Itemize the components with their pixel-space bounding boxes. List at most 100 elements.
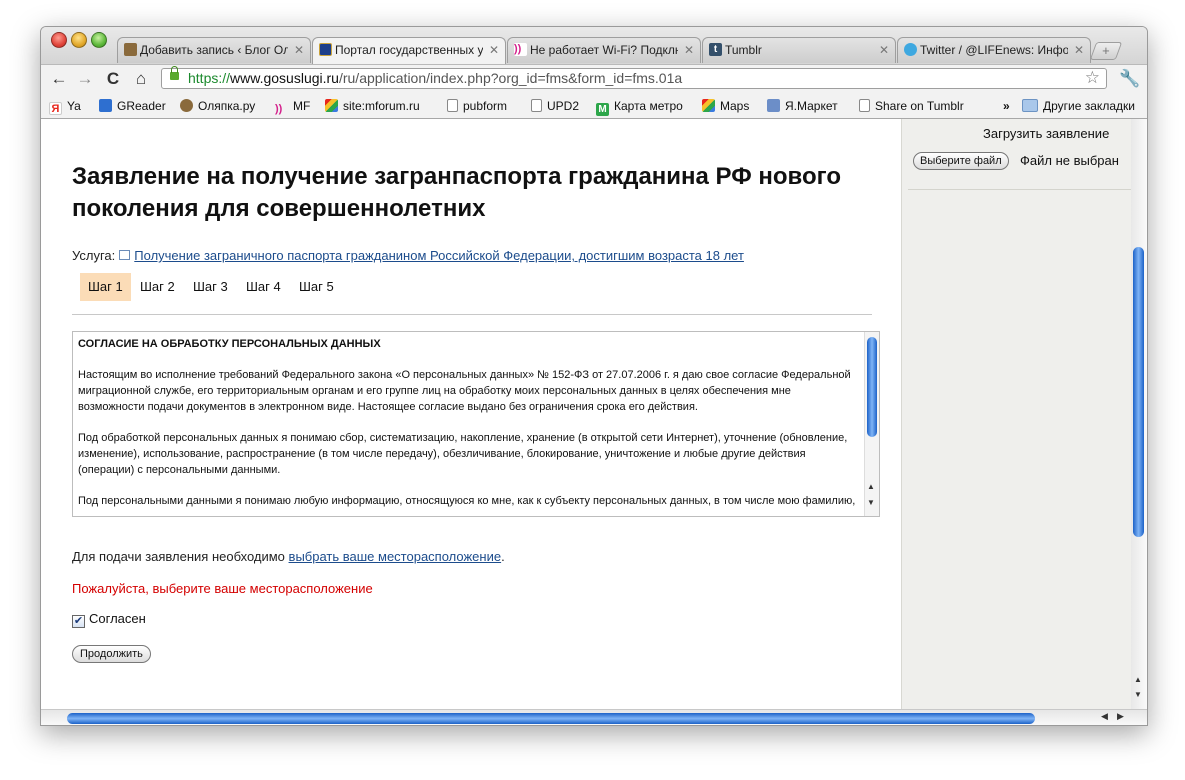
- tab-wifi[interactable]: )) Не работает Wi-Fi? Подклю ✕: [507, 37, 701, 63]
- browser-window: Добавить запись ‹ Блог Оля ✕ Портал госу…: [40, 26, 1148, 726]
- address-bar[interactable]: https://www.gosuslugi.ru/ru/application/…: [161, 66, 1107, 89]
- agreement-paragraph: Настоящим во исполнение требований Федер…: [78, 369, 851, 413]
- page-title: Заявление на получение загранпаспорта гр…: [72, 163, 841, 222]
- bookmark-maps[interactable]: Maps: [702, 99, 749, 113]
- bookmark-metro[interactable]: М Карта метро: [596, 99, 683, 116]
- notice-text: Для подачи заявления необходимо: [72, 549, 285, 564]
- user-icon: [180, 99, 193, 112]
- tab-title: Tumblr: [725, 43, 762, 57]
- metro-icon: М: [596, 103, 609, 116]
- bookmark-upd2[interactable]: UPD2: [531, 99, 579, 113]
- scroll-right-arrow-icon[interactable]: ▶: [1117, 711, 1124, 722]
- file-status: Файл не выбран: [1020, 153, 1119, 168]
- scroll-down-arrow-icon[interactable]: ▼: [1134, 690, 1142, 699]
- bookmark-label: GReader: [117, 99, 166, 113]
- agree-checkbox[interactable]: ✔: [72, 615, 85, 628]
- other-bookmarks-folder[interactable]: Другие закладки: [1022, 99, 1135, 113]
- agreement-scrollbar[interactable]: ▲ ▼: [864, 332, 879, 516]
- close-window-button[interactable]: [51, 32, 67, 48]
- mf-icon: )): [514, 43, 527, 56]
- choose-file-button[interactable]: Выберите файл: [913, 152, 1009, 170]
- bookmark-olyapka[interactable]: Оляпка.ру: [180, 99, 255, 113]
- service-line: Услуга: Получение заграничного паспорта г…: [72, 248, 744, 263]
- bookmark-pubform[interactable]: pubform: [447, 99, 507, 113]
- minimize-window-button[interactable]: [71, 32, 87, 48]
- agreement-textbox[interactable]: СОГЛАСИЕ НА ОБРАБОТКУ ПЕРСОНАЛЬНЫХ ДАННЫ…: [72, 331, 880, 517]
- page-vertical-scrollbar[interactable]: ▲ ▼: [1131, 119, 1147, 709]
- yandex-icon: Я: [49, 102, 62, 115]
- wordpress-icon: [124, 43, 137, 56]
- mf-icon: )): [275, 103, 283, 115]
- steps-divider: [72, 314, 872, 315]
- back-button[interactable]: ←: [49, 69, 69, 89]
- main-column: Заявление на получение загранпаспорта гр…: [41, 119, 901, 709]
- tab-tumblr[interactable]: t Tumblr ✕: [702, 37, 896, 63]
- upload-title: Загрузить заявление: [983, 126, 1110, 141]
- page-icon: [531, 99, 542, 112]
- page-horizontal-scrollbar[interactable]: ◀ ▶: [41, 709, 1147, 725]
- bookmark-label: Maps: [720, 99, 750, 113]
- bookmark-label: site:mforum.ru: [343, 99, 420, 113]
- tab-step-5[interactable]: Шаг 5: [291, 273, 342, 301]
- service-link[interactable]: Получение заграничного паспорта граждани…: [134, 248, 744, 263]
- scroll-left-arrow-icon[interactable]: ◀: [1101, 711, 1108, 722]
- scroll-up-arrow-icon[interactable]: ▲: [867, 482, 875, 491]
- agree-label: Согласен: [89, 611, 146, 626]
- close-tab-icon[interactable]: ✕: [879, 38, 889, 62]
- tab-step-3[interactable]: Шаг 3: [185, 273, 236, 301]
- tab-step-1[interactable]: Шаг 1: [80, 273, 131, 301]
- reload-button[interactable]: C: [103, 69, 123, 89]
- tab-title: Добавить запись ‹ Блог Оля: [140, 43, 288, 57]
- zoom-window-button[interactable]: [91, 32, 107, 48]
- agree-checkbox-row[interactable]: ✔ Согласен: [72, 611, 146, 628]
- lock-icon: [170, 66, 179, 80]
- bookmark-label: Я.Маркет: [785, 99, 838, 113]
- continue-button[interactable]: Продолжить: [72, 645, 151, 663]
- tab-gosuslugi[interactable]: Портал государственных у ✕: [312, 37, 506, 64]
- google-icon: [702, 99, 715, 112]
- tab-twitter[interactable]: Twitter / @LIFEnews: Инфор ✕: [897, 37, 1091, 63]
- wrench-menu-icon[interactable]: 🔧: [1119, 69, 1140, 89]
- url-scheme: https://: [188, 70, 231, 86]
- bookmark-mforum[interactable]: site:mforum.ru: [325, 99, 420, 113]
- google-icon: [325, 99, 338, 112]
- tab-blog[interactable]: Добавить запись ‹ Блог Оля ✕: [117, 37, 311, 63]
- emblem-icon: [319, 43, 332, 56]
- folder-icon: [1022, 99, 1038, 112]
- bookmark-label: Оляпка.ру: [198, 99, 256, 113]
- close-tab-icon[interactable]: ✕: [489, 38, 499, 62]
- horizontal-scroll-thumb[interactable]: [67, 713, 1035, 724]
- scroll-up-arrow-icon[interactable]: ▲: [1134, 675, 1142, 684]
- bookmark-label: Share on Tumblr: [875, 99, 964, 113]
- tumblr-icon: t: [709, 43, 722, 56]
- bookmark-label: MF: [293, 99, 311, 113]
- agreement-scroll-thumb[interactable]: [867, 337, 877, 437]
- scroll-down-arrow-icon[interactable]: ▼: [867, 498, 875, 507]
- close-tab-icon[interactable]: ✕: [1074, 38, 1084, 62]
- greader-icon: [99, 99, 112, 112]
- bookmark-mf[interactable]: )) MF: [275, 99, 310, 116]
- tab-step-2[interactable]: Шаг 2: [132, 273, 183, 301]
- forward-button[interactable]: →: [75, 69, 95, 89]
- bookmark-greader[interactable]: GReader: [99, 99, 166, 113]
- page-scroll-thumb[interactable]: [1133, 247, 1144, 537]
- close-tab-icon[interactable]: ✕: [684, 38, 694, 62]
- new-tab-button[interactable]: +: [1089, 42, 1123, 60]
- agreement-paragraph: Под персональными данными я понимаю любу…: [78, 495, 856, 507]
- agreement-text: СОГЛАСИЕ НА ОБРАБОТКУ ПЕРСОНАЛЬНЫХ ДАННЫ…: [78, 336, 858, 516]
- agreement-heading: СОГЛАСИЕ НА ОБРАБОТКУ ПЕРСОНАЛЬНЫХ ДАННЫ…: [78, 338, 381, 350]
- tab-title: Портал государственных у: [335, 43, 483, 57]
- bookmark-market[interactable]: Я.Маркет: [767, 99, 838, 113]
- bookmark-label: UPD2: [547, 99, 580, 113]
- bookmark-ya[interactable]: Я Ya: [49, 99, 81, 115]
- tab-step-4[interactable]: Шаг 4: [238, 273, 289, 301]
- home-button[interactable]: ⌂: [131, 69, 151, 89]
- url-host: www.gosuslugi.ru: [230, 70, 339, 86]
- bookmarks-overflow-chevron-icon[interactable]: »: [1003, 99, 1010, 113]
- choose-location-link[interactable]: выбрать ваше месторасположение: [289, 549, 502, 564]
- close-tab-icon[interactable]: ✕: [294, 38, 304, 62]
- title-bar: Добавить запись ‹ Блог Оля ✕ Портал госу…: [41, 27, 1147, 65]
- bookmark-share-tumblr[interactable]: Share on Tumblr: [859, 99, 964, 113]
- location-error: Пожалуйста, выберите ваше месторасположе…: [72, 581, 373, 596]
- bookmark-star-icon[interactable]: ☆: [1085, 68, 1100, 87]
